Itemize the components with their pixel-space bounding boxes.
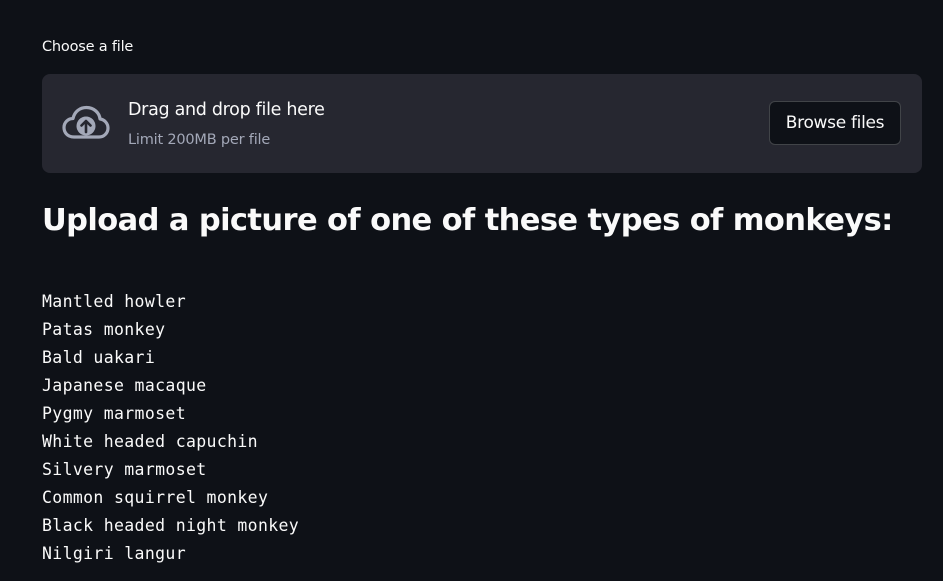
list-item: Nilgiri langur bbox=[42, 544, 186, 563]
list-item: Silvery marmoset bbox=[42, 460, 207, 479]
dropzone-title: Drag and drop file here bbox=[128, 100, 325, 120]
page: Choose a file Drag and drop file here Li… bbox=[0, 0, 943, 581]
list-item: White headed capuchin bbox=[42, 432, 258, 451]
monkey-types-list: Mantled howler Patas monkey Bald uakari … bbox=[42, 288, 299, 568]
list-item: Common squirrel monkey bbox=[42, 488, 269, 507]
file-uploader-label: Choose a file bbox=[42, 39, 134, 55]
list-item: Mantled howler bbox=[42, 292, 186, 311]
list-item: Black headed night monkey bbox=[42, 516, 300, 535]
list-item: Patas monkey bbox=[42, 320, 166, 339]
file-dropzone[interactable]: Drag and drop file here Limit 200MB per … bbox=[42, 74, 922, 173]
browse-files-button[interactable]: Browse files bbox=[769, 101, 901, 145]
cloud-upload-icon bbox=[62, 105, 110, 141]
dropzone-limit-text: Limit 200MB per file bbox=[128, 132, 271, 148]
list-item: Bald uakari bbox=[42, 348, 156, 367]
page-heading: Upload a picture of one of these types o… bbox=[42, 203, 893, 238]
list-item: Pygmy marmoset bbox=[42, 404, 186, 423]
list-item: Japanese macaque bbox=[42, 376, 207, 395]
